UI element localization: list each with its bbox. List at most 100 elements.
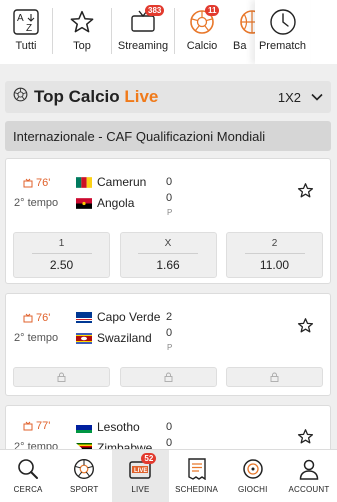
away-team: Angola: [76, 196, 134, 210]
svg-text:LIVE: LIVE: [134, 468, 147, 474]
tv-icon: 383: [128, 5, 165, 37]
nav-item-prematch[interactable]: Prematch: [255, 0, 310, 64]
soccer-ball-icon: [71, 456, 97, 482]
locked-odd-button: [119, 367, 217, 387]
team-name: Swaziland: [97, 331, 152, 345]
streaming-count-badge: 383: [145, 5, 165, 16]
away-score: 0: [166, 192, 173, 204]
section-header: Top Calcio Live 1X2: [5, 81, 331, 113]
bottom-nav-label: SCHEDINA: [175, 485, 219, 494]
away-team: Swaziland: [76, 331, 152, 345]
team-name: Lesotho: [97, 420, 140, 434]
betslip-icon: [184, 456, 210, 482]
live-icon: [23, 313, 33, 323]
live-count-badge: 52: [141, 453, 157, 464]
home-team: Lesotho: [76, 420, 140, 434]
section-title: Top Calcio Live: [34, 87, 158, 107]
cape-verde-flag-icon: [76, 311, 92, 323]
bottom-nav-label: SPORT: [70, 485, 99, 494]
bottom-nav: CERCA SPORT LIVE 52 LIVE SCHEDINA GIOCHI…: [0, 449, 337, 502]
market-value: 1X2: [277, 89, 301, 105]
nav-label: Ba: [233, 40, 247, 52]
odd-value: 1.66: [156, 258, 180, 272]
odds-row: 1 2.50 X 1.66 2 11.00: [13, 232, 323, 278]
team-name: Angola: [97, 196, 135, 210]
games-icon: [240, 456, 266, 482]
match-card[interactable]: 76' 2° tempo Capo Verde Swaziland 2 0 P: [5, 293, 331, 396]
account-icon: [296, 456, 322, 482]
odd-value: 2.50: [49, 258, 74, 272]
sport-nav: A Z Tutti Top 383 Streaming 11 Calcio Ba…: [0, 0, 337, 64]
minute-text: 77': [36, 420, 51, 432]
bottom-nav-label: LIVE: [131, 485, 150, 494]
favorite-star-icon[interactable]: [297, 182, 314, 204]
nav-item-calcio[interactable]: 11 Calcio: [175, 0, 229, 64]
nav-item-basket[interactable]: Ba: [229, 0, 255, 64]
team-name: Camerun: [97, 175, 147, 189]
match-card[interactable]: 76' 2° tempo Camerun Angola 0 0 P 1 2.50…: [5, 158, 331, 284]
bottom-nav-label: ACCOUNT: [288, 485, 330, 494]
period-label: P: [167, 208, 173, 217]
locked-odd-button: [226, 367, 323, 387]
angola-flag-icon: [76, 197, 92, 209]
minute-text: 76': [36, 312, 51, 324]
bottom-nav-giochi[interactable]: GIOCHI: [225, 450, 281, 502]
clock-icon: [268, 7, 298, 37]
locked-odd-button: [13, 367, 110, 387]
live-label: Live: [124, 87, 159, 106]
svg-text:Z: Z: [26, 23, 32, 34]
basketball-icon: [237, 7, 255, 37]
bottom-nav-schedina[interactable]: SCHEDINA: [169, 450, 225, 502]
live-tv-icon: LIVE 52: [127, 453, 157, 482]
live-icon: [23, 421, 33, 431]
home-score: 2: [166, 311, 173, 323]
market-select[interactable]: 1X2: [278, 90, 323, 105]
soccer-ball-icon: [13, 87, 28, 107]
home-score: 0: [166, 176, 173, 188]
team-name: Capo Verde: [97, 310, 161, 324]
nav-label: Calcio: [186, 40, 218, 52]
competition-name: Internazionale - CAF Qualificazioni Mond…: [13, 128, 266, 144]
nav-label: Tutti: [15, 40, 37, 52]
live-minute: 77': [23, 420, 50, 432]
favorite-star-icon[interactable]: [297, 317, 314, 339]
soccer-ball-icon: 11: [187, 5, 220, 37]
bottom-nav-live[interactable]: LIVE 52 LIVE: [112, 450, 169, 502]
odd-value: 11.00: [259, 258, 290, 272]
bottom-nav-label: CERCA: [13, 485, 43, 494]
bottom-nav-label: GIOCHI: [237, 485, 268, 494]
minute-text: 76': [36, 177, 51, 189]
lock-icon: [57, 372, 66, 382]
odd-button-2[interactable]: 2 11.00: [226, 232, 323, 278]
favorite-star-icon[interactable]: [297, 428, 314, 450]
home-score: 0: [166, 421, 173, 433]
odd-button-x[interactable]: X 1.66: [119, 232, 217, 278]
az-icon: A Z: [11, 7, 41, 37]
live-minute: 76': [23, 177, 50, 189]
away-score: 0: [166, 327, 173, 339]
calcio-count-badge: 11: [205, 5, 220, 16]
section-title-text: Top Calcio: [34, 87, 125, 106]
nav-item-streaming[interactable]: 383 Streaming: [112, 0, 174, 64]
bottom-nav-cerca[interactable]: CERCA: [0, 450, 56, 502]
period-label: P: [167, 343, 173, 352]
nav-item-top[interactable]: Top: [53, 0, 111, 64]
search-icon: [15, 456, 41, 482]
home-team: Capo Verde: [76, 310, 160, 324]
bottom-nav-sport[interactable]: SPORT: [56, 450, 112, 502]
odd-button-1[interactable]: 1 2.50: [13, 232, 110, 278]
bottom-nav-account[interactable]: ACCOUNT: [281, 450, 337, 502]
live-icon: [23, 178, 33, 188]
competition-header[interactable]: Internazionale - CAF Qualificazioni Mond…: [5, 121, 331, 151]
star-icon: [67, 7, 97, 37]
lock-icon: [164, 372, 172, 382]
chevron-down-icon: [311, 93, 323, 101]
nav-item-tutti[interactable]: A Z Tutti: [0, 0, 52, 64]
lock-icon: [270, 372, 279, 382]
lesotho-flag-icon: [76, 421, 92, 433]
period-text: 2° tempo: [14, 332, 59, 344]
eswatini-flag-icon: [76, 332, 92, 344]
nav-label: Prematch: [258, 40, 307, 52]
period-text: 2° tempo: [14, 197, 59, 209]
svg-text:A: A: [17, 13, 24, 24]
